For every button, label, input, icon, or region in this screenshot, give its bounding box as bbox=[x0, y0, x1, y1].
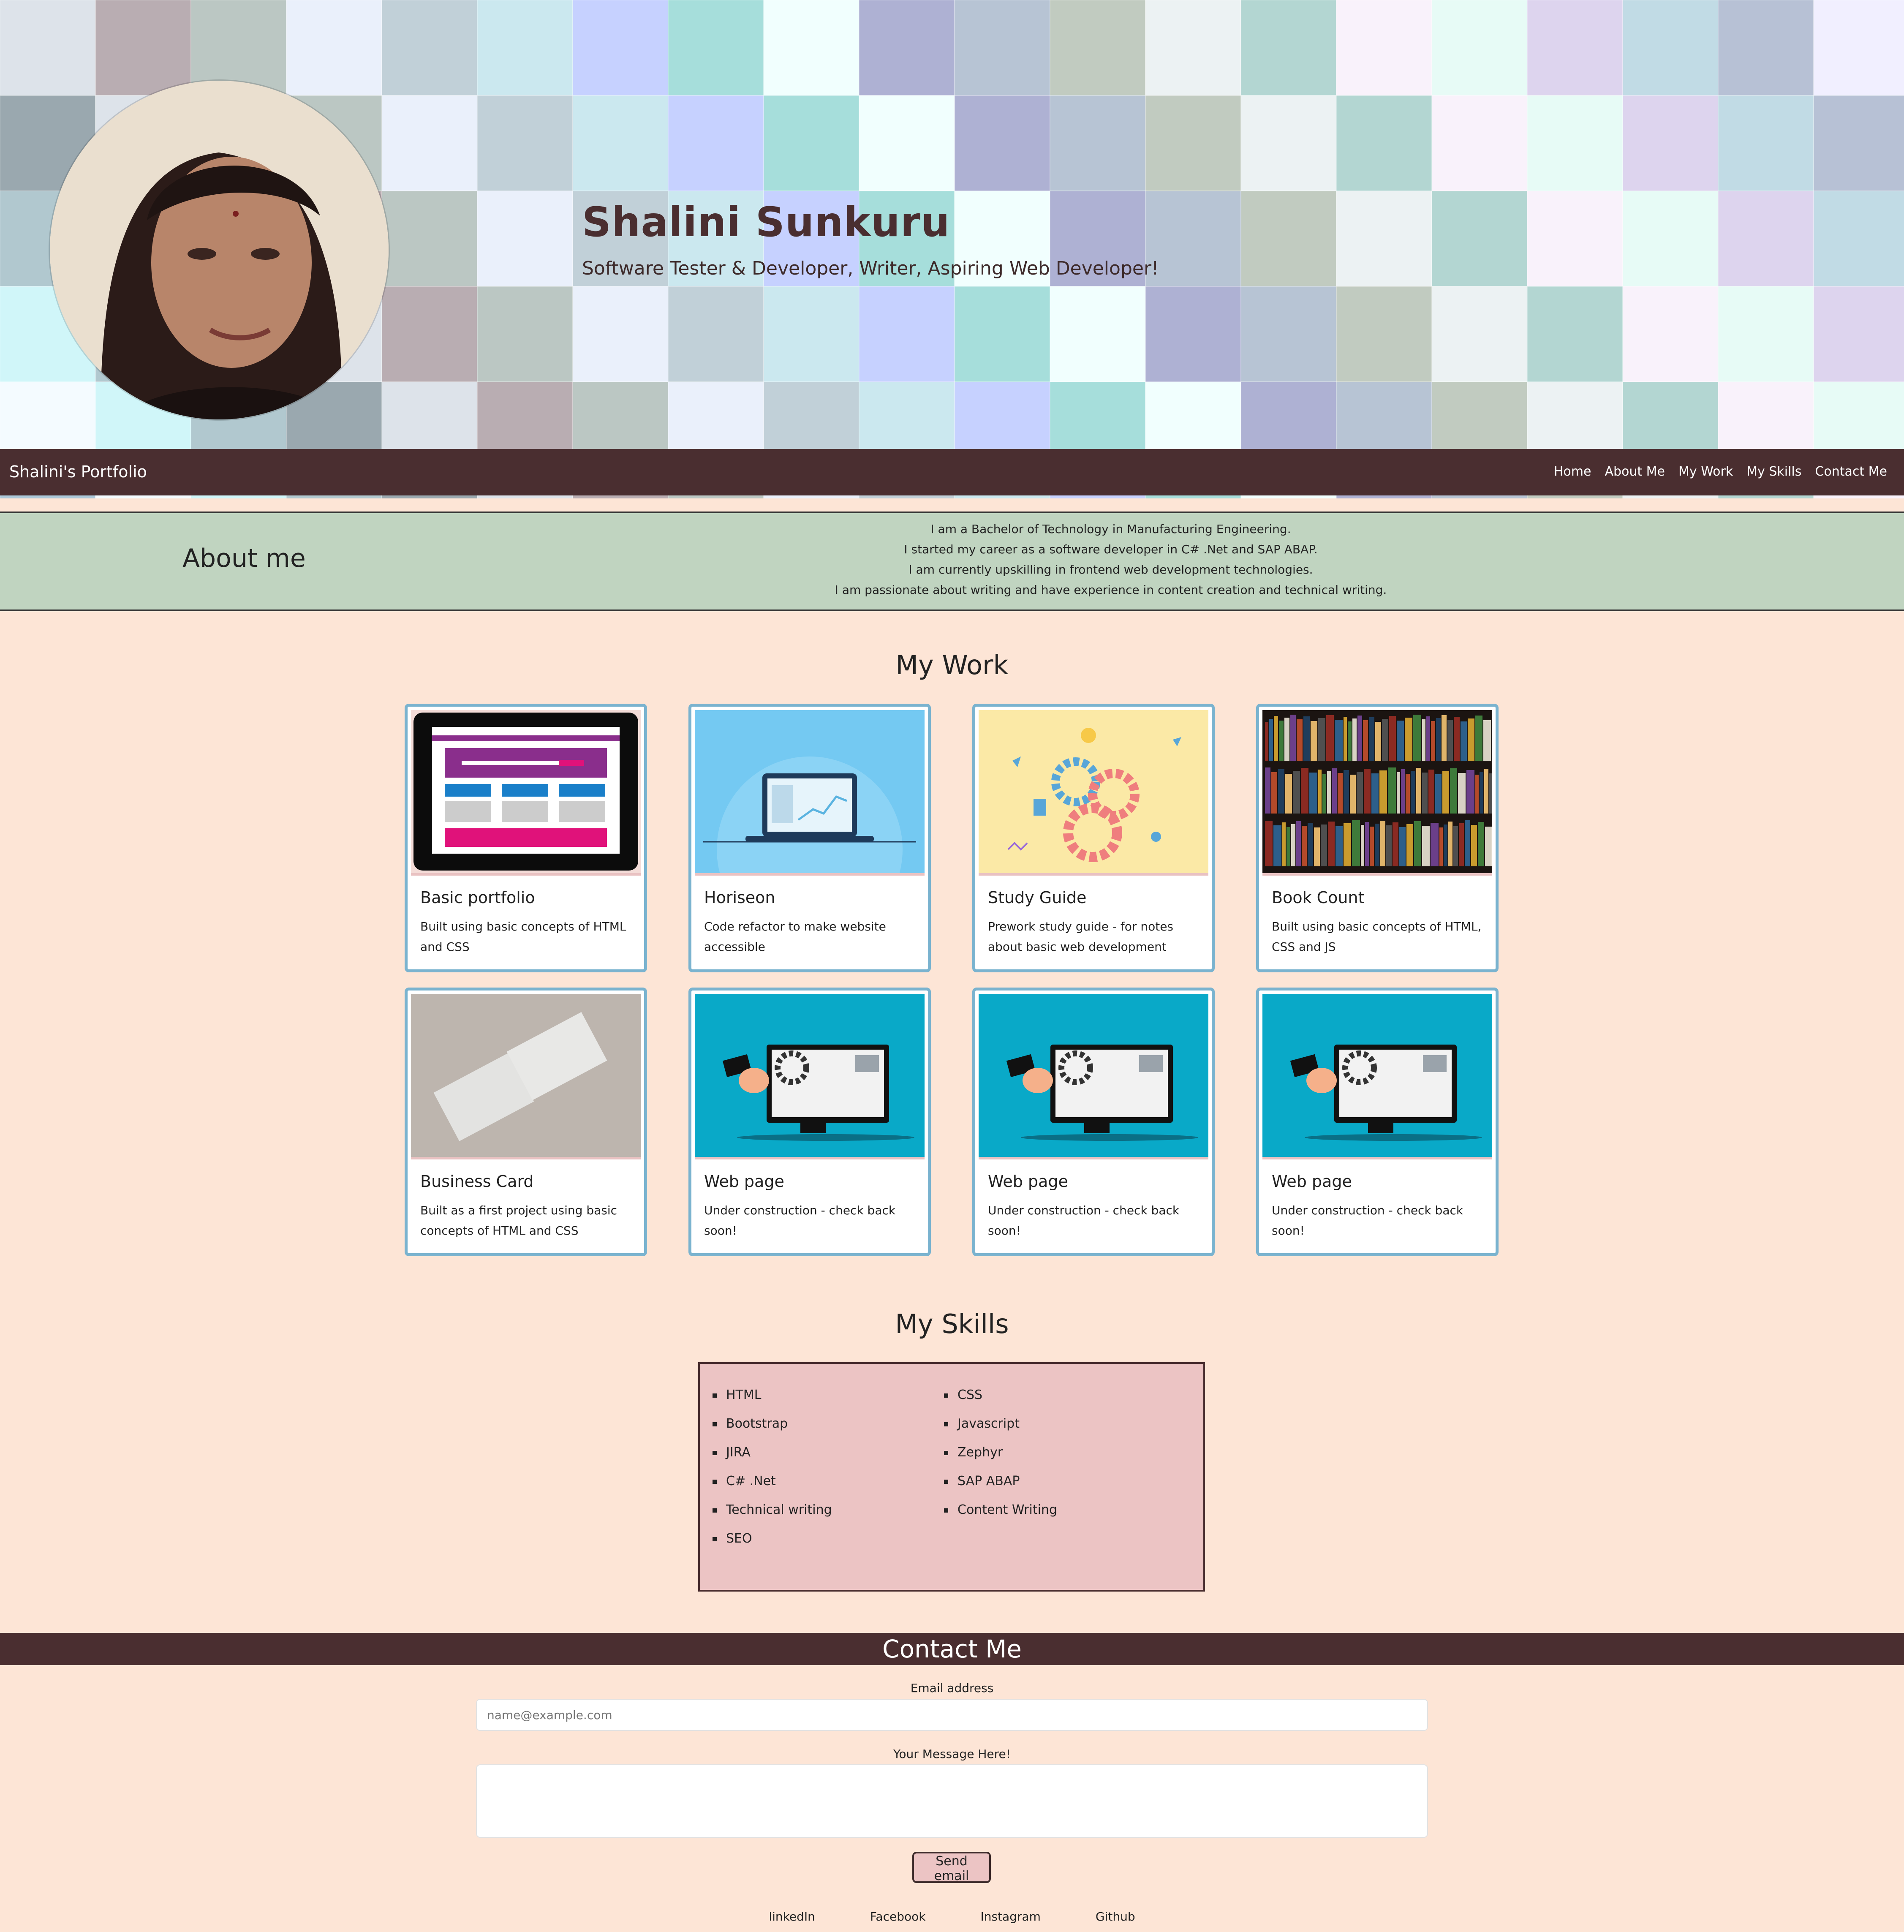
nav-my-work[interactable]: My Work bbox=[1678, 464, 1733, 479]
skill-item: SEO bbox=[709, 1524, 929, 1553]
skill-item: SAP ABAP bbox=[941, 1467, 1160, 1496]
skill-item: Technical writing bbox=[709, 1496, 929, 1524]
about-title: About me bbox=[182, 544, 306, 573]
skills-list-right: CSS Javascript Zephyr SAP ABAP Content W… bbox=[941, 1381, 1160, 1524]
monitor-wrench-image bbox=[979, 994, 1208, 1159]
email-field[interactable] bbox=[476, 1699, 1428, 1731]
skill-item: Bootstrap bbox=[709, 1410, 929, 1438]
profile-photo bbox=[50, 81, 389, 419]
project-card-web-page[interactable]: Web page Under construction - check back… bbox=[1256, 988, 1499, 1256]
project-card-business-card[interactable]: Business Card Built as a first project u… bbox=[405, 988, 647, 1256]
hero-banner: Shalini Sunkuru Software Tester & Develo… bbox=[0, 0, 1904, 498]
nav-about-me[interactable]: About Me bbox=[1605, 464, 1665, 479]
laptop-analytics-image bbox=[695, 710, 925, 876]
skills-box: HTML Bootstrap JIRA C# .Net Technical wr… bbox=[698, 1362, 1205, 1592]
nav-home[interactable]: Home bbox=[1554, 464, 1591, 479]
footer-link-github[interactable]: Github bbox=[1096, 1910, 1135, 1924]
project-card-web-page[interactable]: Web page Under construction - check back… bbox=[688, 988, 931, 1256]
footer-link-instagram[interactable]: Instagram bbox=[980, 1910, 1040, 1924]
card-title: Web page bbox=[704, 1172, 784, 1191]
card-title: Basic portfolio bbox=[420, 888, 535, 907]
skill-item: Content Writing bbox=[941, 1496, 1160, 1524]
nav-contact-me[interactable]: Contact Me bbox=[1815, 464, 1887, 479]
message-textarea[interactable] bbox=[476, 1764, 1428, 1838]
tablet-mockup-image bbox=[411, 710, 641, 876]
card-title: Web page bbox=[988, 1172, 1068, 1191]
message-label: Your Message Here! bbox=[893, 1747, 1011, 1761]
nav-links: Home About Me My Work My Skills Contact … bbox=[1554, 464, 1887, 479]
project-card-horiseon[interactable]: Horiseon Code refactor to make website a… bbox=[688, 704, 931, 972]
footer-link-facebook[interactable]: Facebook bbox=[870, 1910, 926, 1924]
project-card-basic-portfolio[interactable]: Basic portfolio Built using basic concep… bbox=[405, 704, 647, 972]
skill-item: Javascript bbox=[941, 1410, 1160, 1438]
brand-link[interactable]: Shalini's Portfolio bbox=[9, 463, 147, 481]
monitor-wrench-image bbox=[695, 994, 925, 1159]
card-description: Under construction - check back soon! bbox=[988, 1203, 1180, 1238]
gears-illustration-image bbox=[979, 710, 1208, 876]
card-title: Web page bbox=[1272, 1172, 1352, 1191]
skills-list-left: HTML Bootstrap JIRA C# .Net Technical wr… bbox=[709, 1381, 929, 1553]
monitor-wrench-image bbox=[1262, 994, 1492, 1159]
project-card-web-page[interactable]: Web page Under construction - check back… bbox=[972, 988, 1215, 1256]
project-card-book-count[interactable]: Book Count Built using basic concepts of… bbox=[1256, 704, 1499, 972]
card-title: Book Count bbox=[1272, 888, 1365, 907]
about-text: I am a Bachelor of Technology in Manufac… bbox=[802, 519, 1419, 600]
business-cards-image bbox=[411, 994, 641, 1159]
card-description: Prework study guide - for notes about ba… bbox=[988, 920, 1174, 954]
send-email-button[interactable]: Send email bbox=[912, 1852, 991, 1883]
project-card-study-guide[interactable]: Study Guide Prework study guide - for no… bbox=[972, 704, 1215, 972]
footer-link-linkedin[interactable]: linkedIn bbox=[769, 1910, 815, 1924]
card-description: Code refactor to make website accessible bbox=[704, 920, 886, 954]
skills-title: My Skills bbox=[895, 1309, 1009, 1339]
skill-item: JIRA bbox=[709, 1438, 929, 1467]
card-description: Under construction - check back soon! bbox=[704, 1203, 896, 1238]
skill-item: C# .Net bbox=[709, 1467, 929, 1496]
about-section: About me I am a Bachelor of Technology i… bbox=[0, 512, 1904, 611]
card-description: Built using basic concepts of HTML, CSS … bbox=[1272, 920, 1482, 954]
card-description: Built as a first project using basic con… bbox=[420, 1203, 617, 1238]
about-line: I am currently upskilling in frontend we… bbox=[908, 563, 1313, 577]
card-title: Horiseon bbox=[704, 888, 775, 907]
card-title: Business Card bbox=[420, 1172, 534, 1191]
nav-my-skills[interactable]: My Skills bbox=[1746, 464, 1801, 479]
hero-name: Shalini Sunkuru bbox=[582, 199, 950, 246]
card-description: Under construction - check back soon! bbox=[1272, 1203, 1463, 1238]
footer-links: linkedIn Facebook Instagram Github bbox=[0, 1910, 1904, 1924]
about-line: I am a Bachelor of Technology in Manufac… bbox=[930, 522, 1291, 536]
bookshelf-image bbox=[1262, 710, 1492, 876]
hero-tagline: Software Tester & Developer, Writer, Asp… bbox=[582, 258, 1159, 279]
card-description: Built using basic concepts of HTML and C… bbox=[420, 920, 626, 954]
skill-item: Zephyr bbox=[941, 1438, 1160, 1467]
about-line: I started my career as a software develo… bbox=[904, 542, 1318, 556]
work-title: My Work bbox=[895, 650, 1009, 680]
work-grid: Basic portfolio Built using basic concep… bbox=[405, 704, 1500, 1257]
about-line: I am passionate about writing and have e… bbox=[835, 583, 1387, 597]
skill-item: HTML bbox=[709, 1381, 929, 1410]
navbar: Shalini's Portfolio Home About Me My Wor… bbox=[0, 449, 1904, 495]
skill-item: CSS bbox=[941, 1381, 1160, 1410]
contact-title: Contact Me bbox=[0, 1633, 1904, 1665]
card-title: Study Guide bbox=[988, 888, 1087, 907]
email-label: Email address bbox=[910, 1681, 994, 1695]
